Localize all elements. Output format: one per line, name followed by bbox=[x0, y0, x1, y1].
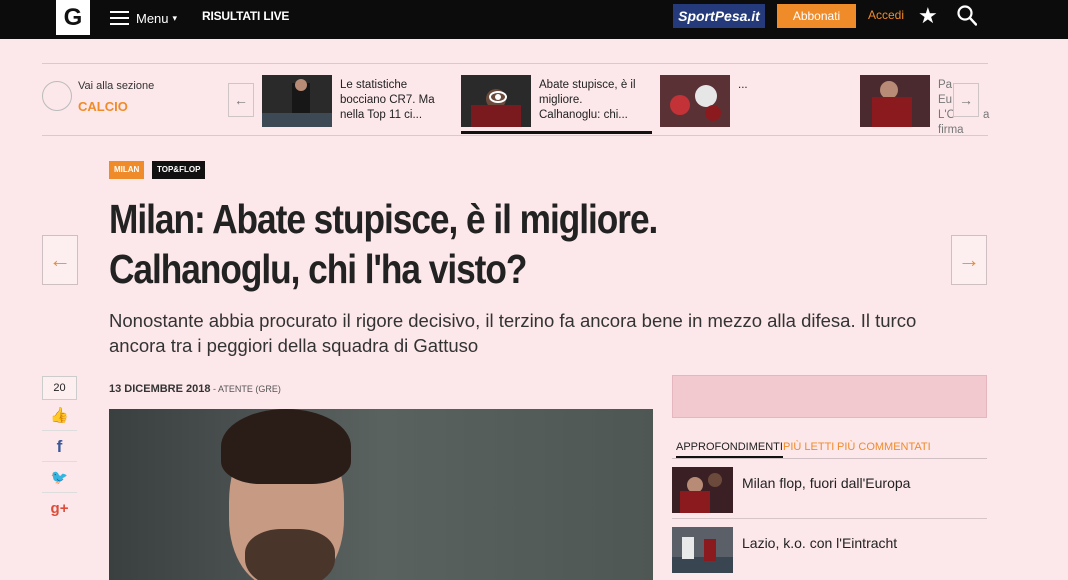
carousel-overflow-text: a bbox=[983, 109, 990, 121]
article-hero-image bbox=[109, 409, 653, 580]
eye-icon bbox=[489, 91, 507, 103]
carousel-item-title[interactable]: Le statistiche bocciano CR7. Ma nella To… bbox=[340, 78, 440, 123]
chevron-down-icon: ▾ bbox=[172, 12, 178, 23]
star-icon[interactable]: ★ bbox=[918, 3, 938, 29]
tag-milan[interactable]: MILAN bbox=[109, 161, 145, 179]
carousel-active-indicator bbox=[461, 131, 652, 134]
like-icon[interactable]: 👍 bbox=[42, 400, 77, 431]
sidebar-divider bbox=[672, 518, 987, 519]
top-navigation-bar: G Menu ▾ RISULTATI LIVE SportPesa.it Abb… bbox=[0, 0, 1068, 39]
twitter-icon[interactable]: 🐦 bbox=[42, 462, 77, 493]
tab-piu-commentati[interactable]: PIÙ COMMENTATI bbox=[837, 441, 931, 453]
section-carousel: Vai alla sezione CALCIO ← Le statistiche… bbox=[42, 63, 990, 136]
advertisement-box bbox=[672, 375, 987, 418]
article-dateline: 13 DICEMBRE 2018 - ATENTE (GRE) bbox=[109, 383, 281, 395]
menu-label: Menu bbox=[136, 10, 169, 26]
site-logo[interactable]: G bbox=[56, 0, 90, 35]
carousel-item-title[interactable]: ... bbox=[738, 78, 798, 93]
sidebar-item-thumbnail bbox=[672, 467, 733, 513]
article-date: 13 DICEMBRE 2018 bbox=[109, 383, 211, 395]
carousel-next-button[interactable]: → bbox=[953, 83, 979, 117]
share-count: 20 bbox=[42, 376, 77, 400]
sidebar-item-title[interactable]: Milan flop, fuori dall'Europa bbox=[742, 475, 910, 491]
sponsor-logo[interactable]: SportPesa.it bbox=[673, 4, 765, 28]
sidebar-item-title[interactable]: Lazio, k.o. con l'Eintracht bbox=[742, 535, 897, 551]
carousel-thumbnail[interactable] bbox=[262, 75, 332, 127]
section-link-calcio[interactable]: CALCIO bbox=[78, 99, 128, 114]
article-headline: Milan: Abate stupisce, è il migliore. Ca… bbox=[109, 194, 814, 294]
menu-button[interactable]: Menu ▾ bbox=[110, 8, 177, 28]
subscribe-button[interactable]: Abbonati bbox=[777, 4, 856, 28]
tab-approfondimenti[interactable]: APPROFONDIMENTI bbox=[676, 441, 783, 458]
sidebar-list-item[interactable]: Milan flop, fuori dall'Europa bbox=[672, 467, 987, 519]
next-article-button[interactable]: → bbox=[951, 235, 987, 285]
article-byline: - ATENTE (GRE) bbox=[210, 384, 281, 394]
section-goto-label: Vai alla sezione bbox=[78, 80, 155, 92]
headline-line: Calhanoglu, chi l'ha visto? bbox=[109, 246, 527, 292]
search-icon[interactable] bbox=[957, 5, 977, 27]
sidebar-tabs: APPROFONDIMENTI PIÙ LETTI PIÙ COMMENTATI bbox=[672, 440, 987, 459]
live-results-link[interactable]: RISULTATI LIVE bbox=[202, 9, 289, 23]
headline-line: Milan: Abate stupisce, è il migliore. bbox=[109, 196, 658, 242]
facebook-icon[interactable]: f bbox=[42, 431, 77, 462]
hamburger-icon bbox=[110, 11, 129, 25]
carousel-thumbnail-active[interactable] bbox=[461, 75, 531, 127]
sidebar-item-thumbnail bbox=[672, 527, 733, 573]
soccer-ball-icon bbox=[42, 81, 72, 111]
tab-piu-letti[interactable]: PIÙ LETTI bbox=[783, 441, 834, 453]
carousel-item-title[interactable]: Abate stupisce, è il migliore. Calhanogl… bbox=[539, 78, 644, 123]
share-column: 20 👍 f 🐦 g+ bbox=[42, 376, 77, 524]
tag-top-flop[interactable]: TOP&FLOP bbox=[152, 161, 206, 179]
login-link[interactable]: Accedi bbox=[868, 8, 904, 22]
carousel-thumbnail[interactable] bbox=[660, 75, 730, 127]
article-subtitle: Nonostante abbia procurato il rigore dec… bbox=[109, 310, 917, 356]
prev-article-button[interactable]: ← bbox=[42, 235, 78, 285]
google-plus-icon[interactable]: g+ bbox=[42, 493, 77, 524]
sidebar-list-item[interactable]: Lazio, k.o. con l'Eintracht bbox=[672, 527, 987, 579]
carousel-thumbnail[interactable] bbox=[860, 75, 930, 127]
carousel-prev-button[interactable]: ← bbox=[228, 83, 254, 117]
